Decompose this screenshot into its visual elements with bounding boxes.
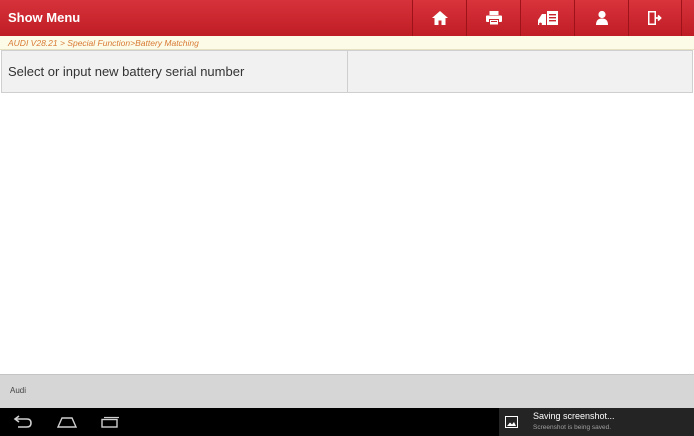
exit-icon: [648, 11, 662, 25]
system-navigation-bar: Saving screenshot... Screenshot is being…: [0, 408, 694, 436]
status-footer: Audi: [0, 374, 694, 408]
list-item[interactable]: Select or input new battery serial numbe…: [1, 50, 693, 93]
back-button[interactable]: [2, 408, 42, 436]
report-icon: [537, 11, 558, 26]
back-icon: [13, 415, 32, 428]
recent-apps-icon: [101, 416, 119, 428]
notification-subtitle: Screenshot is being saved.: [533, 424, 612, 431]
user-icon: [595, 10, 608, 25]
vehicle-label: Audi: [10, 386, 27, 395]
image-icon: [505, 416, 518, 428]
toolbar: [412, 0, 682, 36]
home-nav-button[interactable]: [47, 408, 87, 436]
page-title: Show Menu: [8, 10, 81, 25]
recent-apps-button[interactable]: [90, 408, 130, 436]
breadcrumb-text: AUDI V28.21 > Special Function>Battery M…: [8, 38, 199, 48]
print-icon: [485, 11, 502, 26]
breadcrumb: AUDI V28.21 > Special Function>Battery M…: [0, 36, 694, 50]
home-icon: [431, 11, 448, 25]
header-bar: Show Menu: [0, 0, 694, 36]
screenshot-notification[interactable]: Saving screenshot... Screenshot is being…: [499, 408, 694, 436]
home-outline-icon: [56, 417, 78, 428]
row-value[interactable]: [348, 51, 692, 92]
home-button[interactable]: [412, 0, 466, 36]
user-button[interactable]: [574, 0, 628, 36]
print-button[interactable]: [466, 0, 520, 36]
row-label: Select or input new battery serial numbe…: [2, 51, 348, 92]
notification-title: Saving screenshot...: [533, 411, 615, 421]
exit-button[interactable]: [628, 0, 682, 36]
report-button[interactable]: [520, 0, 574, 36]
